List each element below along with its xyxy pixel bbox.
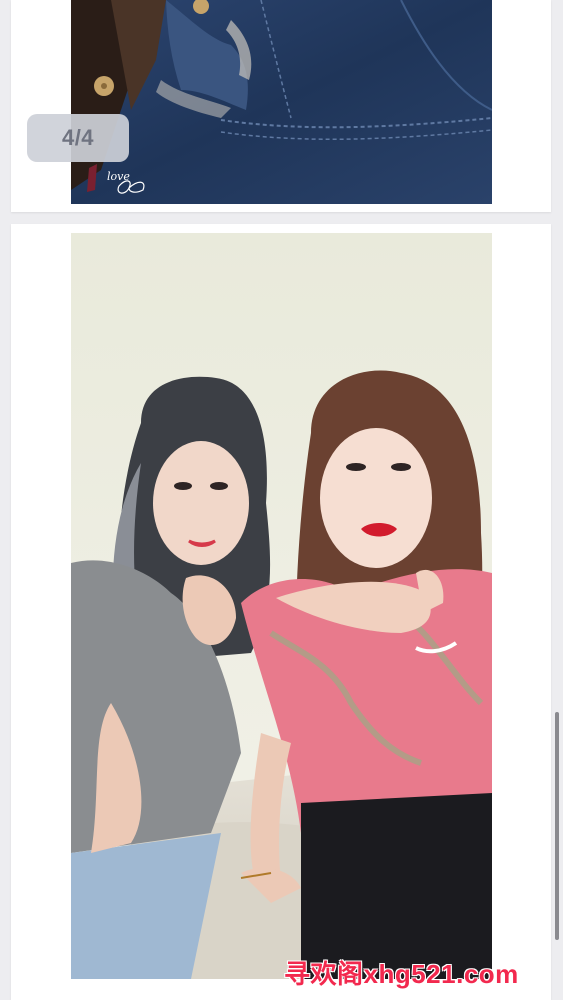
- image-counter-badge: 4/4: [27, 114, 129, 162]
- feed-page: love 4/4 寻欢阁xhg521.com: [0, 0, 563, 1000]
- post-card-image-next: [11, 224, 551, 1000]
- site-watermark: 寻欢阁xhg521.com: [284, 959, 519, 989]
- denim-jacket-photo[interactable]: love: [71, 0, 492, 204]
- scrollbar-thumb[interactable]: [555, 712, 559, 940]
- two-women-selfie-photo[interactable]: [71, 233, 492, 979]
- post-card-image-4: love 4/4: [11, 0, 551, 212]
